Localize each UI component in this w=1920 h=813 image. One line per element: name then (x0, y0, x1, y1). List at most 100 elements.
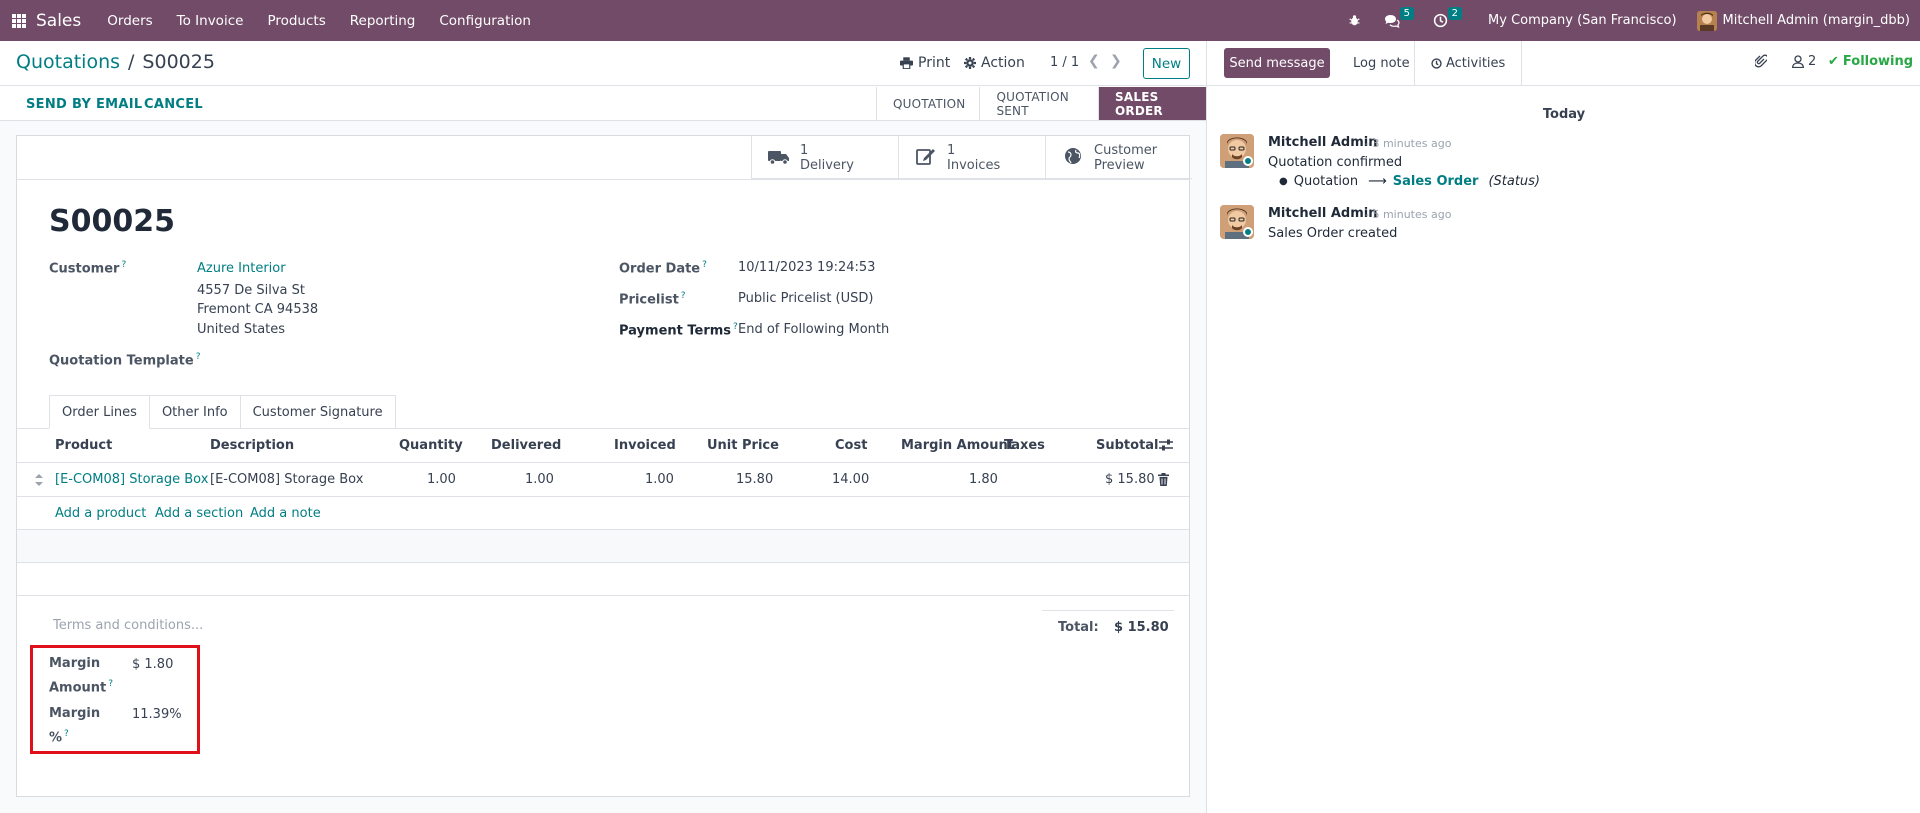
activities-button[interactable]: Activities (1414, 41, 1523, 85)
help-icon[interactable]: ? (681, 291, 686, 301)
line-description[interactable]: [E-COM08] Storage Box (210, 472, 363, 487)
column-taxes[interactable]: Taxes (1004, 438, 1045, 453)
column-invoiced[interactable]: Invoiced (614, 438, 676, 453)
print-button[interactable]: Print (900, 55, 950, 71)
cancel-button[interactable]: CANCEL (144, 97, 203, 112)
pricelist-field[interactable]: Public Pricelist (USD) (738, 291, 873, 306)
message-body: Sales Order created (1268, 226, 1398, 241)
column-product[interactable]: Product (55, 438, 112, 453)
line-unit-price[interactable]: 15.80 (736, 472, 773, 487)
customer-address-line2: Fremont CA 94538 (197, 302, 319, 317)
help-icon[interactable]: ? (64, 729, 69, 739)
pager-previous-icon[interactable]: ❮ (1088, 53, 1100, 69)
payment-terms-label: Payment Terms? (619, 322, 738, 339)
menu-orders[interactable]: Orders (95, 13, 164, 29)
line-delivered[interactable]: 1.00 (525, 472, 554, 487)
app-name[interactable]: Sales (36, 11, 81, 31)
line-cost[interactable]: 14.00 (832, 472, 869, 487)
action-button[interactable]: Action (964, 55, 1025, 71)
status-sales-order[interactable]: SALES ORDER (1098, 87, 1206, 120)
apps-menu-icon[interactable] (12, 13, 26, 28)
row-divider (17, 496, 1189, 497)
menu-to-invoice[interactable]: To Invoice (165, 13, 256, 29)
message-author[interactable]: Mitchell Admin (1268, 135, 1377, 150)
tab-customer-signature[interactable]: Customer Signature (239, 395, 396, 429)
tab-order-lines[interactable]: Order Lines (49, 395, 150, 429)
breadcrumb-quotations[interactable]: Quotations (16, 51, 120, 73)
arrow-right-icon: ⟶ (1368, 174, 1387, 189)
margin-amount-label: Margin Amount? (49, 656, 114, 696)
user-menu[interactable]: Mitchell Admin (margin_dbb) (1723, 13, 1910, 28)
company-switcher[interactable]: My Company (San Francisco) (1488, 13, 1676, 28)
line-margin-amount: 1.80 (969, 472, 998, 487)
online-status-icon (1243, 156, 1253, 166)
activities-label: Activities (1446, 55, 1506, 71)
column-description[interactable]: Description (210, 438, 294, 453)
message-author[interactable]: Mitchell Admin (1268, 206, 1377, 221)
optional-columns-toggle-icon[interactable] (1159, 439, 1173, 456)
send-by-email-button[interactable]: SEND BY EMAIL (26, 97, 142, 112)
column-delivered[interactable]: Delivered (491, 438, 561, 453)
delivery-smart-button[interactable]: 1 Delivery (751, 136, 898, 179)
help-icon[interactable]: ? (108, 679, 113, 689)
messages-badge: 5 (1399, 6, 1415, 20)
chatter-panel: Send message Log note Activities 2 ✔ Fol… (1206, 41, 1920, 813)
attachments-icon[interactable] (1755, 54, 1767, 68)
column-margin-amount[interactable]: Margin Amount (901, 438, 1014, 453)
send-message-button[interactable]: Send message (1224, 48, 1330, 78)
total-divider (1042, 610, 1174, 611)
add-note-link[interactable]: Add a note (250, 506, 321, 521)
add-section-link[interactable]: Add a section (155, 506, 243, 521)
menu-configuration[interactable]: Configuration (427, 13, 543, 29)
activities-clock-icon[interactable]: 2 (1428, 6, 1463, 33)
activities-badge: 2 (1447, 6, 1463, 20)
column-quantity[interactable]: Quantity (399, 438, 463, 453)
header-divider (17, 462, 1189, 463)
margin-percent-value: 11.39% (132, 707, 182, 722)
menu-reporting[interactable]: Reporting (338, 13, 428, 29)
log-note-button[interactable]: Log note (1337, 41, 1426, 85)
line-quantity[interactable]: 1.00 (427, 472, 456, 487)
drag-handle-icon[interactable] (35, 474, 43, 490)
bug-icon[interactable] (1342, 9, 1366, 33)
pager-next-icon[interactable]: ❯ (1110, 53, 1122, 69)
margin-percent-label: Margin%? (49, 706, 101, 746)
action-label: Action (981, 55, 1025, 71)
margin-amount-value: $ 1.80 (132, 657, 174, 672)
messages-icon[interactable]: 5 (1380, 6, 1415, 33)
preview-line1: Customer (1094, 142, 1158, 158)
breadcrumb-separator: / (128, 51, 135, 73)
trash-icon[interactable] (1158, 473, 1169, 490)
tracking-new-value: Sales Order (1392, 174, 1479, 189)
clock-icon (1431, 57, 1442, 69)
customer-field[interactable]: Azure Interior (197, 261, 286, 276)
status-quotation[interactable]: QUOTATION (876, 87, 980, 120)
menu-products[interactable]: Products (255, 13, 337, 29)
followers-button[interactable]: 2 (1792, 54, 1816, 69)
column-subtotal[interactable]: Subtotal (1096, 438, 1159, 453)
quotation-template-field[interactable] (197, 350, 497, 370)
message-time: - 3 minutes ago (1365, 137, 1452, 150)
tracking-field: (Status) (1488, 174, 1541, 189)
terms-and-conditions-field[interactable]: Terms and conditions... (53, 618, 203, 633)
column-unit-price[interactable]: Unit Price (707, 438, 779, 453)
row-divider (17, 595, 1189, 596)
order-date-field[interactable]: 10/11/2023 19:24:53 (738, 260, 875, 275)
add-product-link[interactable]: Add a product (55, 506, 146, 521)
status-quotation-sent[interactable]: QUOTATION SENT (979, 87, 1099, 120)
new-button[interactable]: New (1143, 48, 1190, 79)
pager-value[interactable]: 1 / 1 (1050, 55, 1079, 70)
help-icon[interactable]: ? (702, 260, 707, 270)
line-invoiced[interactable]: 1.00 (645, 472, 674, 487)
help-icon[interactable]: ? (121, 260, 126, 270)
customer-preview-smart-button[interactable]: Customer Preview (1045, 136, 1192, 179)
following-button[interactable]: ✔ Following (1828, 54, 1913, 69)
user-avatar[interactable] (1696, 10, 1717, 31)
column-cost[interactable]: Cost (835, 438, 867, 453)
line-product[interactable]: [E-COM08] Storage Box (55, 472, 208, 487)
edit-invoice-icon (915, 146, 937, 170)
tab-other-info[interactable]: Other Info (148, 395, 241, 429)
payment-terms-field[interactable]: End of Following Month (738, 322, 889, 337)
invoices-smart-button[interactable]: 1 Invoices (898, 136, 1045, 179)
invoices-count: 1 (947, 142, 956, 158)
